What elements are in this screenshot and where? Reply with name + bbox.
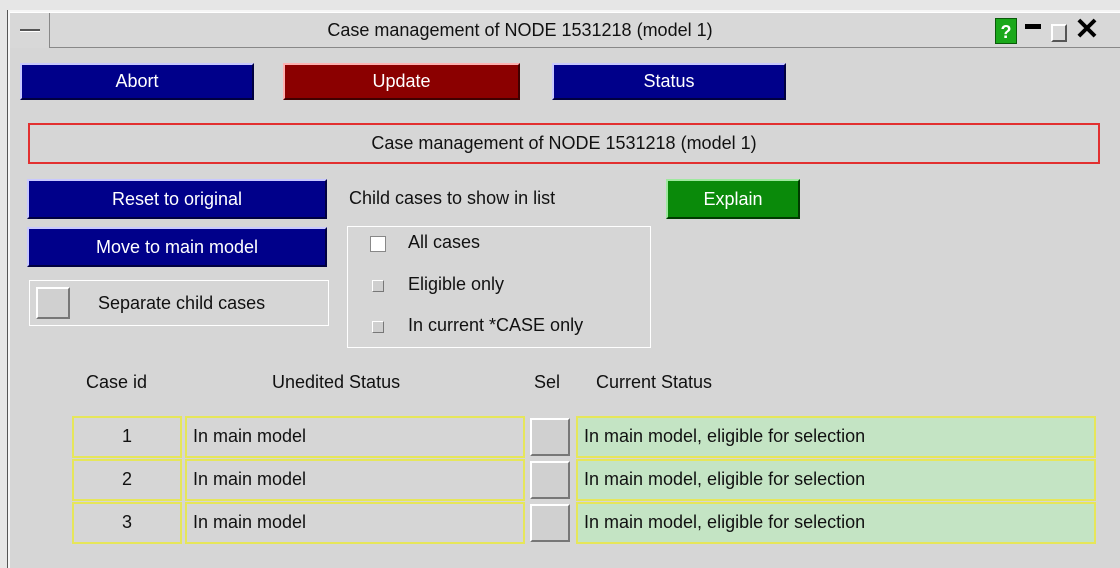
- eligible-only-checkbox[interactable]: [372, 280, 384, 292]
- case-id-cell: 2: [72, 459, 182, 501]
- maximize-button[interactable]: [1048, 18, 1070, 44]
- explain-button[interactable]: Explain: [666, 179, 800, 219]
- current-status-cell: In main model, eligible for selection: [576, 416, 1096, 458]
- help-button[interactable]: ?: [995, 18, 1017, 44]
- window-menu-button[interactable]: [10, 13, 50, 48]
- close-button[interactable]: ✕: [1072, 15, 1102, 45]
- unedited-status-cell: In main model: [185, 502, 525, 544]
- window-title: Case management of NODE 1531218 (model 1…: [327, 20, 713, 40]
- all-cases-checkbox[interactable]: [370, 236, 386, 252]
- all-cases-label[interactable]: All cases: [408, 232, 480, 253]
- menu-bar-icon: [20, 29, 40, 32]
- minimize-button[interactable]: [1022, 18, 1044, 44]
- header-current-status: Current Status: [596, 372, 713, 392]
- unedited-status-cell: In main model: [185, 459, 525, 501]
- close-icon: ✕: [1074, 13, 1100, 46]
- window-edge: [7, 10, 8, 568]
- reset-to-original-button[interactable]: Reset to original: [27, 179, 327, 219]
- child-cases-heading: Child cases to show in list: [349, 188, 556, 208]
- abort-button[interactable]: Abort: [20, 63, 254, 100]
- select-case-button[interactable]: [530, 461, 570, 499]
- unedited-status-cell: In main model: [185, 416, 525, 458]
- minimize-icon: [1025, 24, 1041, 29]
- move-to-main-model-button[interactable]: Move to main model: [27, 227, 327, 267]
- current-status-cell: In main model, eligible for selection: [576, 502, 1096, 544]
- status-button[interactable]: Status: [552, 63, 786, 100]
- current-case-only-checkbox[interactable]: [372, 321, 384, 333]
- select-case-button[interactable]: [530, 418, 570, 456]
- current-status-cell: In main model, eligible for selection: [576, 459, 1096, 501]
- eligible-only-label[interactable]: Eligible only: [408, 274, 504, 295]
- header-sel: Sel: [534, 372, 561, 392]
- header-unedited-status: Unedited Status: [272, 372, 401, 392]
- update-button[interactable]: Update: [283, 63, 520, 100]
- separate-child-cases-toggle[interactable]: Separate child cases: [29, 280, 329, 326]
- case-id-cell: 3: [72, 502, 182, 544]
- select-case-button[interactable]: [530, 504, 570, 542]
- current-case-only-label[interactable]: In current *CASE only: [408, 315, 583, 336]
- panel-title: Case management of NODE 1531218 (model 1…: [28, 123, 1100, 164]
- maximize-icon: [1051, 24, 1067, 42]
- title-bar: Case management of NODE 1531218 (model 1…: [10, 12, 1120, 48]
- separate-child-cases-label: Separate child cases: [98, 293, 266, 313]
- case-id-cell: 1: [72, 416, 182, 458]
- header-case-id: Case id: [86, 372, 148, 392]
- toggle-indicator: [36, 287, 70, 319]
